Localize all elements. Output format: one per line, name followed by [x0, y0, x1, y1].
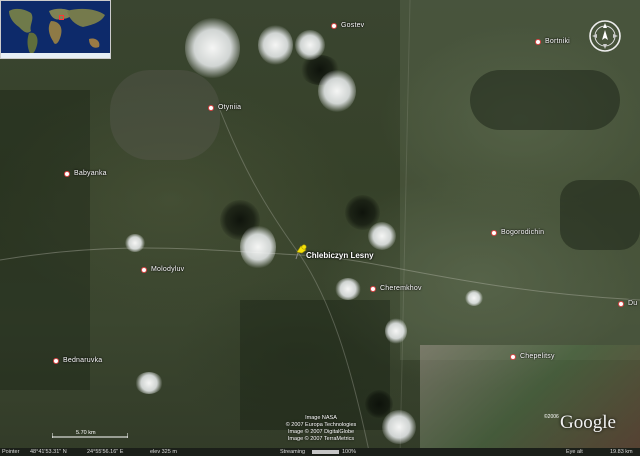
eye-alt-label: Eye alt — [566, 449, 583, 455]
place-label: Chepelitsy — [520, 353, 555, 360]
overview-location-marker — [59, 15, 64, 20]
place-dot-icon — [510, 353, 516, 360]
place-dot-icon — [53, 357, 59, 364]
place-bogorodichin[interactable]: Bogorodichin — [491, 229, 544, 236]
eye-alt-value: 19.83 km — [610, 449, 633, 455]
cloud — [258, 25, 293, 65]
map-viewport[interactable]: Gostev Bortniki Otyniia Babyanka Bogorod… — [0, 0, 640, 456]
place-label: Otyniia — [218, 104, 242, 111]
credit-line: Image © 2007 DigitalGlobe — [287, 429, 355, 435]
place-dot-icon — [331, 22, 337, 29]
place-label: Babyanka — [74, 170, 107, 177]
cloud — [465, 290, 483, 306]
place-chepelitsy[interactable]: Chepelitsy — [510, 353, 555, 360]
streaming-progress-fill — [312, 450, 339, 454]
place-gostev[interactable]: Gostev — [331, 22, 364, 29]
scale-bar — [52, 433, 128, 438]
logo-copyright: ©2006 — [544, 414, 559, 420]
place-label: Cheremkhov — [380, 285, 422, 292]
cloud — [185, 18, 240, 78]
place-cheremkhov[interactable]: Cheremkhov — [370, 285, 422, 292]
place-dot-icon — [535, 38, 541, 45]
cloud — [125, 234, 145, 252]
cloud — [240, 225, 276, 269]
place-bortniki[interactable]: Bortniki — [535, 38, 570, 45]
credit-line: © 2007 Europa Technologies — [285, 422, 357, 428]
pointer-label: Pointer — [2, 449, 20, 455]
pointer-latitude: 48°41'53.31" N — [30, 449, 67, 455]
place-label: Bogorodichin — [501, 229, 545, 236]
place-dot-icon — [618, 300, 624, 307]
pointer-longitude: 24°55'56.16" E — [87, 449, 124, 455]
streaming-percent: 100% — [342, 449, 357, 455]
place-dot-icon — [141, 266, 147, 273]
credit-line: Image © 2007 TerraMetrics — [287, 436, 355, 442]
cloud — [382, 410, 416, 444]
world-overview-map[interactable] — [0, 0, 111, 59]
place-dot-icon — [370, 285, 376, 292]
cloud — [368, 222, 396, 250]
place-babyanka[interactable]: Babyanka — [64, 170, 107, 177]
pointer-elevation: elev 325 m — [150, 449, 177, 455]
credit-line: Image NASA — [305, 415, 337, 421]
place-label: Bednaruvka — [63, 357, 103, 364]
compass-icon[interactable] — [588, 19, 622, 53]
cloud — [135, 372, 163, 394]
place-label: Du — [628, 300, 638, 307]
cloud — [335, 278, 361, 300]
place-label: Molodyluv — [151, 266, 185, 273]
cloud — [318, 70, 356, 112]
streaming-label: Streaming — [280, 449, 306, 455]
place-molodyluv[interactable]: Molodyluv — [141, 266, 184, 273]
imagery-credits: Image NASA © 2007 Europa Technologies Im… — [266, 415, 376, 443]
cloud — [385, 318, 407, 344]
road — [399, 0, 411, 456]
pushpin-label[interactable]: Chlebiczyn Lesny — [306, 251, 374, 260]
place-dot-icon — [208, 104, 214, 111]
place-dot-icon — [64, 170, 70, 177]
place-otyniia[interactable]: Otyniia — [208, 104, 241, 111]
world-map-graphic — [1, 1, 110, 58]
google-logo: Google — [560, 412, 616, 433]
cloud — [295, 30, 325, 60]
place-bednaruvka[interactable]: Bednaruvka — [53, 357, 102, 364]
place-dot-icon — [491, 229, 497, 236]
place-label: Gostev — [341, 22, 365, 29]
place-du[interactable]: Du — [618, 300, 637, 307]
place-label: Bortniki — [545, 38, 570, 45]
